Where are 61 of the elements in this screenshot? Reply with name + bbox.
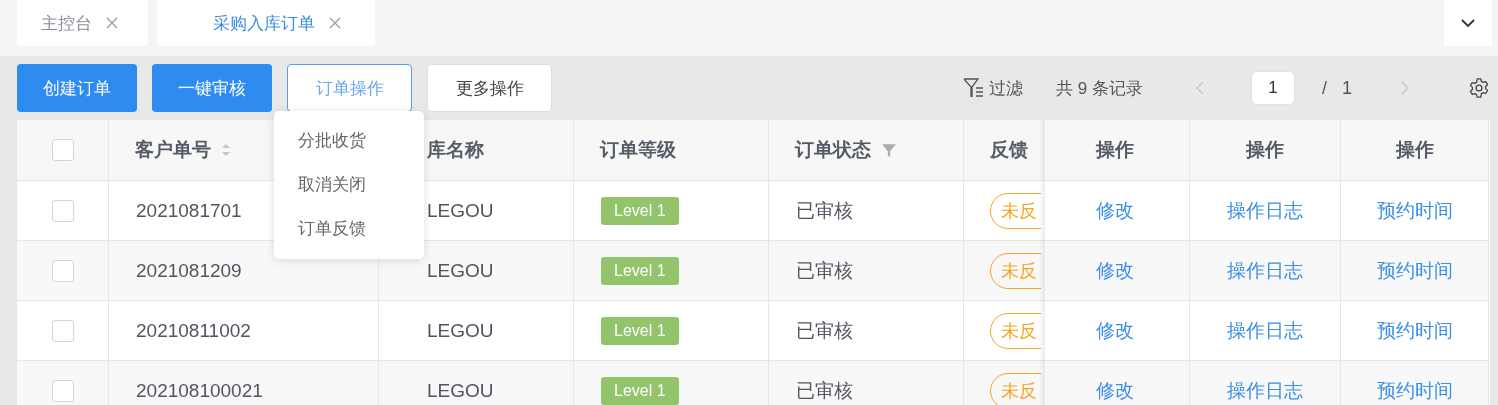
sort-icon[interactable] bbox=[221, 143, 231, 157]
level-tag: Level 1 bbox=[601, 376, 679, 405]
action-link[interactable]: 操作日志 bbox=[1227, 317, 1303, 344]
column-header: 订单状态 bbox=[795, 138, 871, 162]
table-cell: LEGOU bbox=[427, 379, 494, 402]
table-cell-text: 已审核 bbox=[796, 378, 853, 403]
action-link[interactable]: 修改 bbox=[1096, 377, 1134, 404]
filter-icon bbox=[963, 77, 986, 99]
page-input[interactable]: 1 bbox=[1250, 71, 1295, 105]
column-header: 客户单号 bbox=[135, 138, 211, 162]
checkbox[interactable] bbox=[51, 139, 74, 161]
table-cell: LEGOU bbox=[427, 259, 494, 282]
toolbar-button[interactable]: 更多操作 bbox=[427, 64, 552, 112]
action-link[interactable]: 修改 bbox=[1096, 317, 1134, 344]
action-link[interactable]: 修改 bbox=[1096, 197, 1134, 224]
expand-button[interactable] bbox=[1444, 0, 1492, 46]
menu-item[interactable]: 订单反馈 bbox=[274, 207, 424, 251]
level-tag: Level 1 bbox=[601, 256, 679, 285]
toolbar-button[interactable]: 订单操作 bbox=[287, 64, 412, 112]
filter-button[interactable]: 过滤 bbox=[963, 76, 1024, 100]
column-header: 操作 bbox=[1246, 138, 1284, 162]
action-link[interactable]: 预约时间 bbox=[1376, 317, 1453, 344]
toolbar-button[interactable]: 一键审核 bbox=[152, 64, 272, 112]
tab[interactable]: 采购入库订单 bbox=[157, 0, 375, 46]
column-header: 库名称 bbox=[427, 138, 484, 162]
action-link[interactable]: 预约时间 bbox=[1376, 197, 1453, 224]
column-header: 订单等级 bbox=[600, 138, 676, 162]
page-separator: / bbox=[1321, 77, 1327, 99]
table-cell: LEGOU bbox=[427, 199, 494, 222]
action-link[interactable]: 操作日志 bbox=[1227, 197, 1303, 224]
table-cell: 2021081701 bbox=[136, 199, 242, 222]
checkbox[interactable] bbox=[51, 319, 74, 342]
close-icon[interactable] bbox=[329, 17, 341, 29]
previous-page-icon[interactable] bbox=[1195, 81, 1204, 95]
column-header: 反馈 bbox=[990, 138, 1028, 162]
table-cell: 2021081209 bbox=[136, 259, 242, 282]
settings-icon[interactable] bbox=[1468, 77, 1490, 99]
table-cell-text: 已审核 bbox=[796, 198, 853, 223]
toolbar-button[interactable]: 创建订单 bbox=[17, 64, 137, 112]
menu-item[interactable]: 分批收货 bbox=[274, 119, 424, 163]
table-cell-text: 已审核 bbox=[796, 258, 853, 283]
table-cell: 20210811002 bbox=[136, 319, 251, 342]
level-tag: Level 1 bbox=[601, 316, 679, 345]
column-header: 操作 bbox=[1395, 138, 1434, 162]
table-cell: LEGOU bbox=[427, 319, 494, 342]
menu-item[interactable]: 取消关闭 bbox=[274, 163, 424, 207]
table-cell: 202108100021 bbox=[136, 379, 263, 402]
level-tag: Level 1 bbox=[601, 196, 679, 225]
close-icon[interactable] bbox=[106, 17, 118, 29]
tab[interactable]: 主控台 bbox=[17, 0, 148, 46]
page-total: 1 bbox=[1342, 77, 1352, 99]
action-link[interactable]: 修改 bbox=[1096, 257, 1134, 284]
checkbox[interactable] bbox=[51, 259, 74, 282]
filter-icon[interactable] bbox=[881, 142, 897, 158]
table-cell-text: 已审核 bbox=[796, 318, 853, 343]
checkbox[interactable] bbox=[51, 199, 74, 222]
chevron-down-icon bbox=[1461, 18, 1475, 28]
column-header: 操作 bbox=[1096, 138, 1134, 162]
next-page-icon[interactable] bbox=[1401, 81, 1409, 95]
checkbox[interactable] bbox=[51, 379, 74, 402]
record-count: 共 9 条记录 bbox=[1056, 77, 1143, 100]
